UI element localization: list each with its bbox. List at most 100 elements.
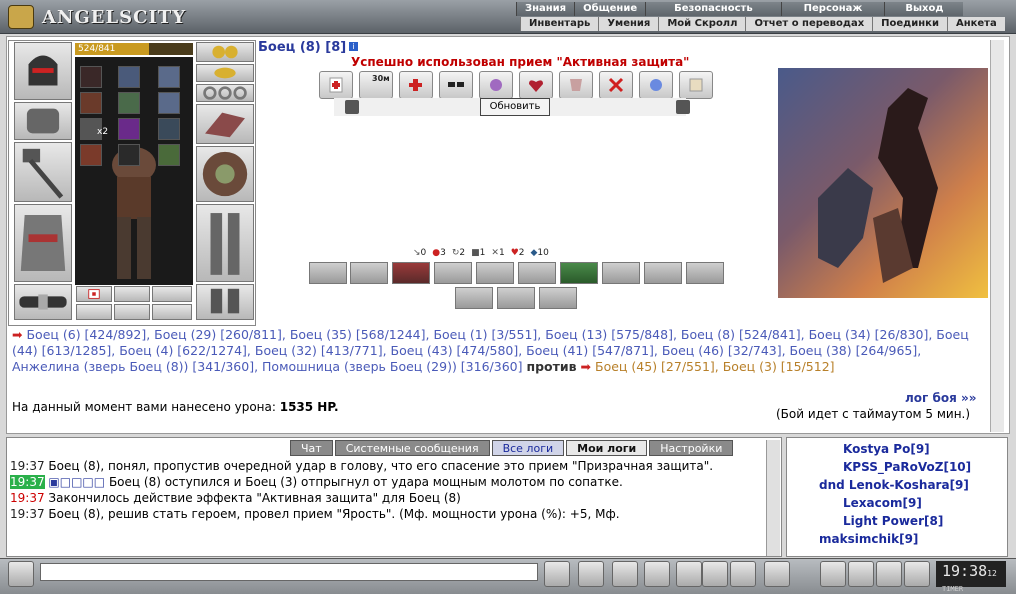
eraser-icon[interactable]	[578, 561, 604, 587]
combat-action-button[interactable]	[560, 262, 598, 284]
combat-action-button[interactable]	[455, 287, 493, 309]
gloves-slot[interactable]	[196, 104, 254, 144]
menu-exit[interactable]: Выход	[884, 2, 964, 16]
earring-slot[interactable]	[196, 42, 254, 62]
menu-security[interactable]: Безопасность	[645, 2, 781, 16]
belt-slot[interactable]	[14, 284, 72, 320]
smile-icon[interactable]	[8, 561, 34, 587]
empty-slot[interactable]	[114, 286, 150, 302]
bag-icon[interactable]	[820, 561, 846, 587]
refresh-button[interactable]: Обновить	[480, 98, 550, 116]
menu-skills[interactable]: Умения	[598, 17, 659, 31]
buff-icon[interactable]	[118, 66, 140, 88]
info-icon[interactable]: i	[349, 42, 358, 51]
menu-transfer-report[interactable]: Отчет о переводах	[745, 17, 873, 31]
runner-icon[interactable]	[676, 561, 702, 587]
chat-scrollbar[interactable]	[766, 440, 780, 556]
rings-slot[interactable]	[196, 84, 254, 102]
heart-button[interactable]	[519, 71, 553, 99]
buff-icon[interactable]	[118, 92, 140, 114]
amulet-slot[interactable]	[196, 64, 254, 82]
online-user[interactable]: maksimchik[9]	[819, 532, 918, 546]
menu-duels[interactable]: Поединки	[872, 17, 947, 31]
tab-settings[interactable]: Настройки	[649, 440, 734, 456]
combat-action-button[interactable]	[539, 287, 577, 309]
menu-knowledge[interactable]: Знания	[516, 2, 575, 16]
combat-action-button[interactable]	[497, 287, 535, 309]
scroll-tech-button[interactable]	[679, 71, 713, 99]
combat-action-button[interactable]	[476, 262, 514, 284]
menu-my-scroll[interactable]: Мой Скролл	[658, 17, 746, 31]
online-user[interactable]: dnd Lenok-Koshara[9]	[819, 478, 969, 492]
chat-log: 19:37 Боец (8), понял, пропустив очередн…	[10, 458, 766, 522]
buff-icon[interactable]	[80, 144, 102, 166]
online-user[interactable]: KPSS_PaRoVoZ[10]	[843, 460, 971, 474]
online-user[interactable]: Lexacom[9]	[843, 496, 922, 510]
battle-log-link[interactable]: лог боя »»	[905, 391, 977, 405]
combat-action-button[interactable]	[686, 262, 724, 284]
emoticon-icon[interactable]	[764, 561, 790, 587]
magic-button[interactable]	[479, 71, 513, 99]
menu-inventory[interactable]: Инвентарь	[520, 17, 599, 31]
menu-profile[interactable]: Анкета	[946, 17, 1005, 31]
combat-action-button[interactable]	[602, 262, 640, 284]
belt-icon	[19, 294, 67, 310]
armor-slot[interactable]	[14, 204, 72, 282]
online-user[interactable]: Kostya Po[9]	[843, 442, 930, 456]
helmet-slot[interactable]	[14, 42, 72, 100]
tab-system[interactable]: Системные сообщения	[334, 440, 490, 456]
enemies-list[interactable]: Боец (45) [27/551], Боец (3) [15/512]	[595, 359, 835, 374]
buff-icon[interactable]	[158, 66, 180, 88]
heal-plus-button[interactable]	[399, 71, 433, 99]
save-icon[interactable]	[644, 561, 670, 587]
quill-icon[interactable]	[848, 561, 874, 587]
buff-icon[interactable]	[80, 66, 102, 88]
buff-icon[interactable]	[118, 118, 140, 140]
legs-slot[interactable]	[196, 204, 254, 282]
scroll-slot[interactable]	[152, 304, 192, 320]
buff-icon[interactable]	[80, 92, 102, 114]
timer-button[interactable]: 30м	[359, 71, 393, 99]
shield-slot[interactable]	[196, 146, 254, 202]
combat-action-button[interactable]	[350, 262, 388, 284]
combat-action-button[interactable]	[309, 262, 347, 284]
boots-slot[interactable]	[196, 284, 254, 320]
combat-action-button[interactable]	[392, 262, 430, 284]
weapon-slot[interactable]	[14, 142, 72, 202]
buff-icon[interactable]	[118, 144, 140, 166]
right-arrow-icon[interactable]	[676, 100, 690, 114]
buff-icon[interactable]: x2	[80, 118, 108, 140]
private-icon[interactable]	[702, 561, 728, 587]
left-arrow-icon[interactable]	[345, 100, 359, 114]
exit-icon[interactable]	[904, 561, 930, 587]
online-user[interactable]: Light Power[8]	[843, 514, 943, 528]
filter-icon[interactable]	[612, 561, 638, 587]
potion-slot[interactable]	[76, 286, 112, 302]
sound-icon[interactable]	[730, 561, 756, 587]
damage-value: 1535 HP.	[279, 400, 339, 414]
bracer-slot[interactable]	[14, 102, 72, 140]
buff-icon[interactable]	[158, 92, 180, 114]
tab-chat[interactable]: Чат	[290, 440, 333, 456]
inventory-icon[interactable]	[876, 561, 902, 587]
goggles-button[interactable]	[439, 71, 473, 99]
empty-slot[interactable]	[152, 286, 192, 302]
tab-all-logs[interactable]: Все логи	[491, 440, 565, 456]
tab-my-logs[interactable]: Мои логи	[566, 440, 648, 456]
scroll-slot[interactable]	[76, 304, 112, 320]
send-icon[interactable]	[544, 561, 570, 587]
ward-button[interactable]	[639, 71, 673, 99]
buff-icon[interactable]	[158, 118, 180, 140]
menu-communication[interactable]: Общение	[574, 2, 646, 16]
block-button[interactable]	[599, 71, 633, 99]
menu-character[interactable]: Персонаж	[780, 2, 885, 16]
combat-action-button[interactable]	[518, 262, 556, 284]
combat-action-button[interactable]	[434, 262, 472, 284]
buff-icon[interactable]	[158, 144, 180, 166]
armor-tech-button[interactable]	[559, 71, 593, 99]
chat-input[interactable]	[40, 563, 538, 581]
combat-action-button[interactable]	[644, 262, 682, 284]
scroll-slot[interactable]	[114, 304, 150, 320]
main-scrollbar[interactable]	[990, 40, 1004, 432]
heal-button[interactable]	[319, 71, 353, 99]
